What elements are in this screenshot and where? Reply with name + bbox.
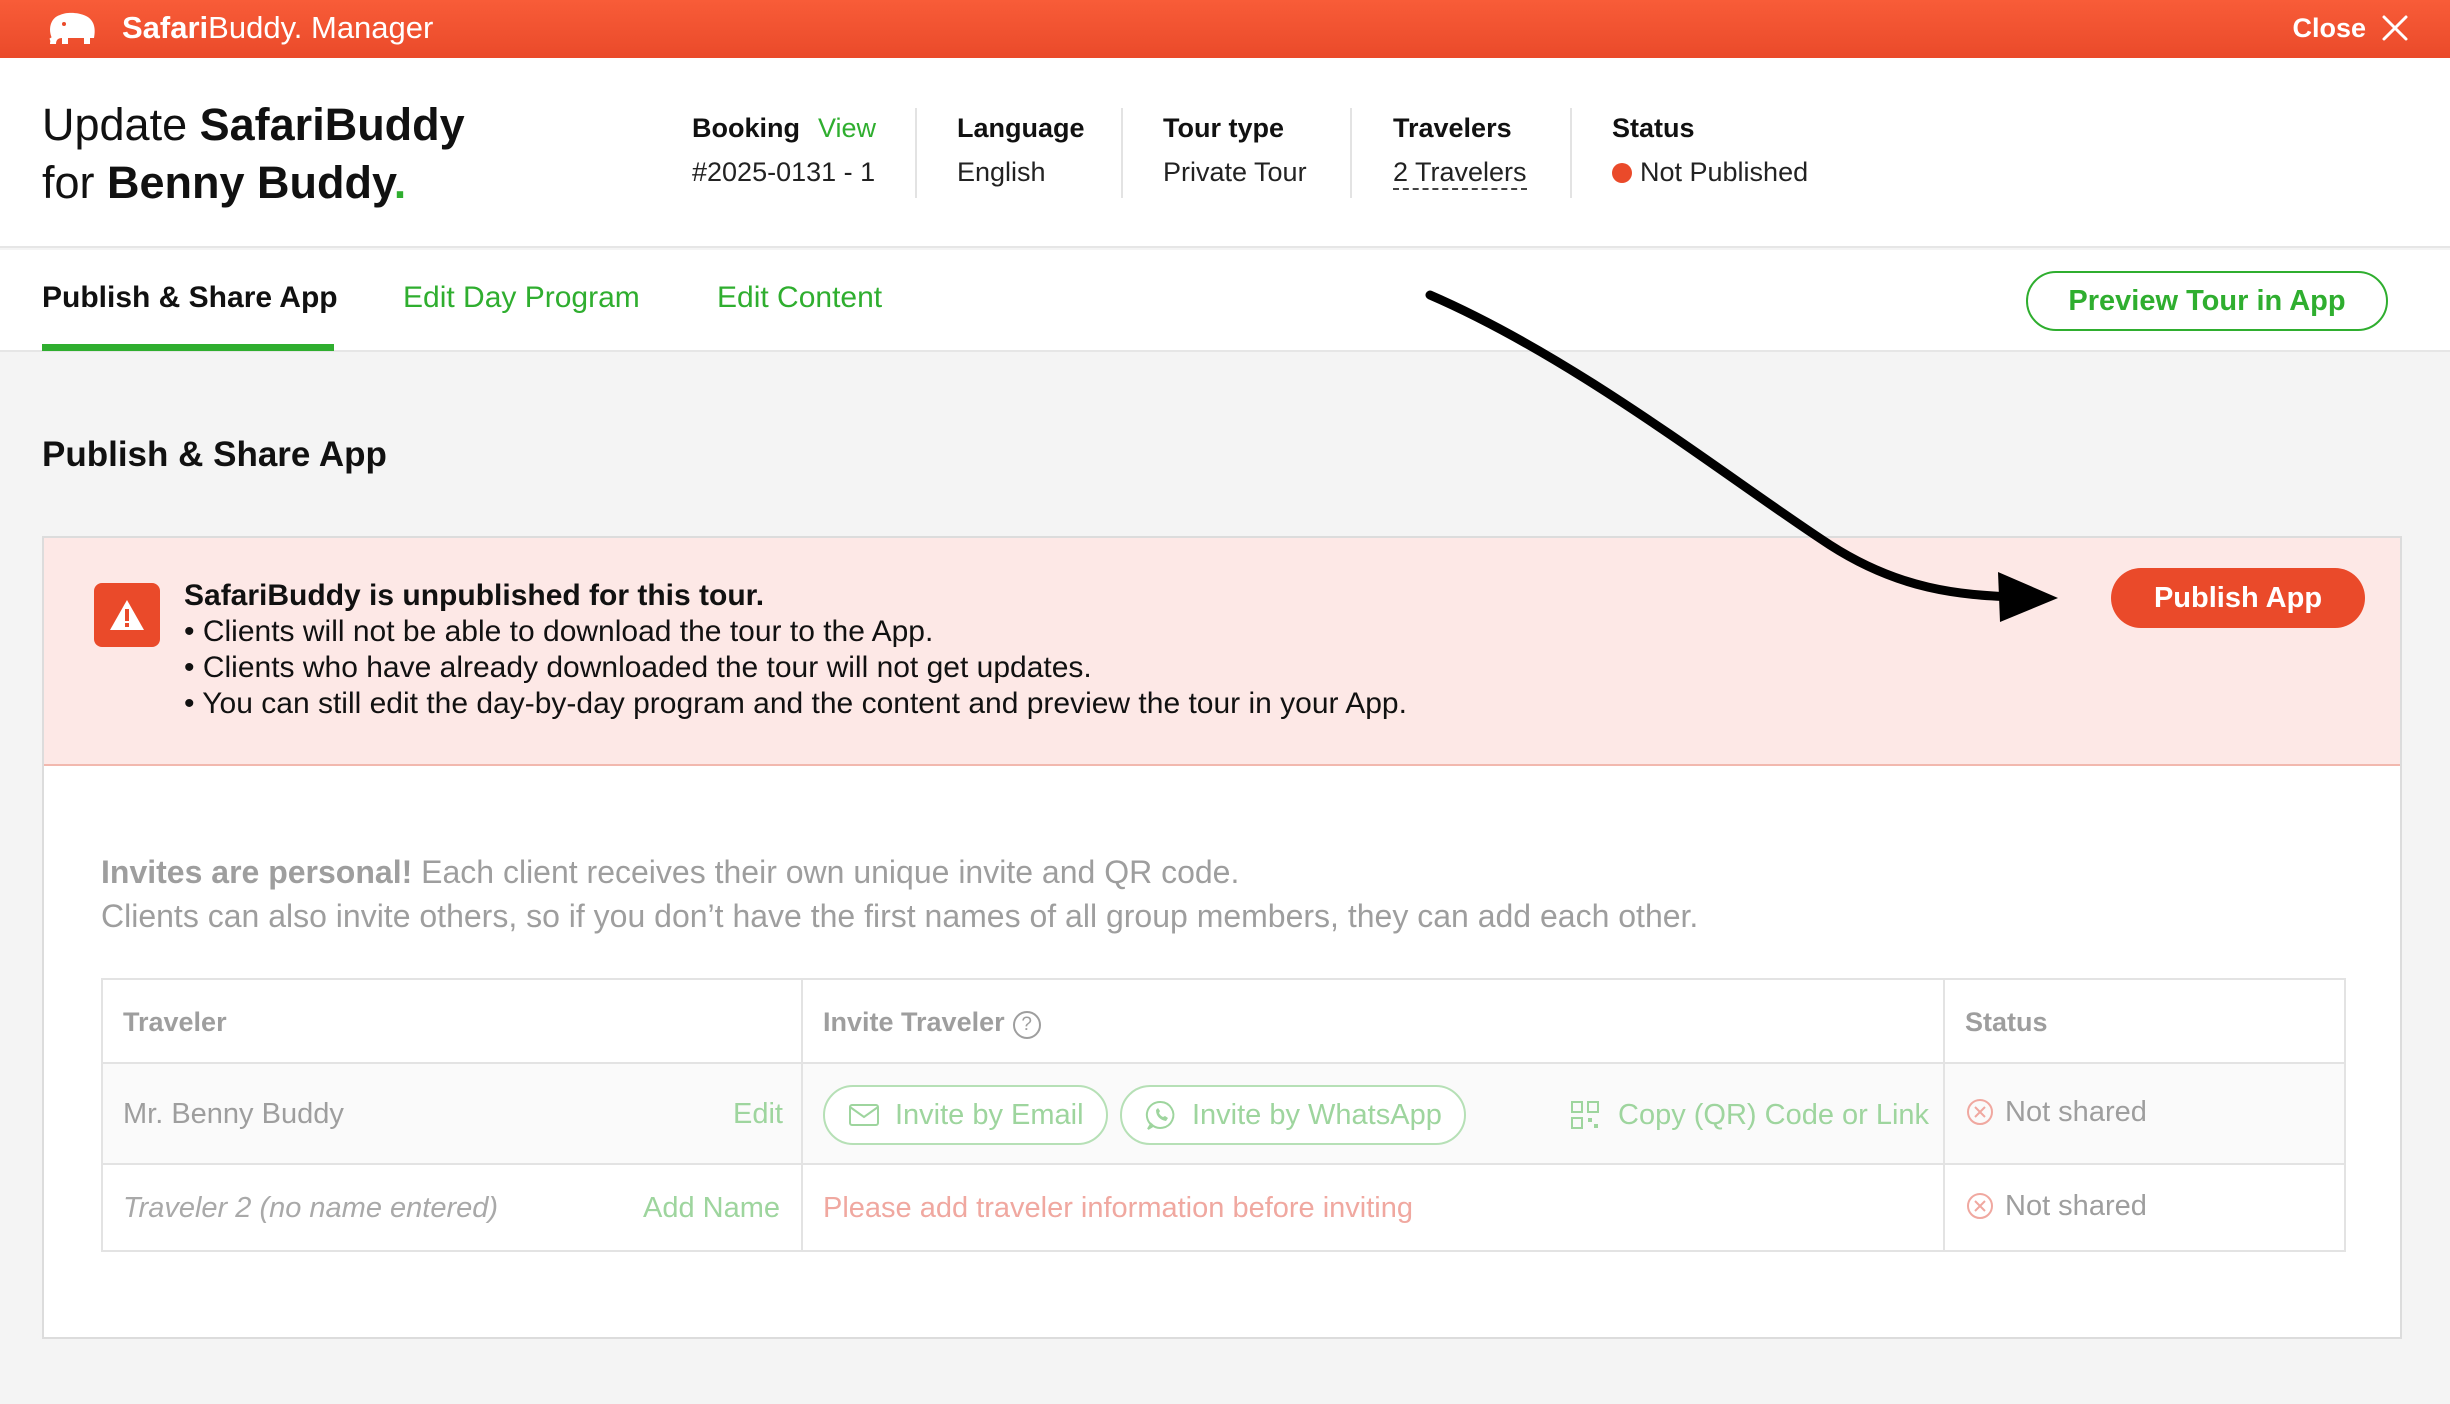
- tab-publish-share[interactable]: Publish & Share App: [42, 280, 338, 316]
- status-dot-icon: [1612, 163, 1632, 183]
- publish-card: SafariBuddy is unpublished for this tour…: [42, 536, 2402, 1339]
- help-icon[interactable]: ?: [1012, 1011, 1041, 1039]
- elephant-logo-icon: [49, 12, 95, 44]
- app-brand: SafariBuddy. Manager: [122, 10, 434, 45]
- page-title: Update SafariBuddy for Benny Buddy.: [42, 99, 465, 208]
- status-badge: Not Published: [1640, 157, 1809, 187]
- close-icon: [2382, 15, 2408, 41]
- travelers-info: Travelers 2 Travelers: [1393, 110, 1527, 200]
- booking-view-link[interactable]: View: [818, 113, 876, 143]
- not-shared-icon: [1967, 1193, 1993, 1219]
- close-button[interactable]: Close: [2292, 8, 2410, 48]
- unpublished-alert: SafariBuddy is unpublished for this tour…: [44, 538, 2400, 766]
- booking-info: Booking View #2025-0131 - 1: [692, 110, 876, 200]
- whatsapp-icon: [1145, 1100, 1175, 1130]
- table-row: Mr. Benny Buddy Edit Invite by Email Inv…: [103, 1064, 2344, 1165]
- invite-info-text: Invites are personal! Each client receiv…: [101, 854, 1699, 934]
- qr-code-icon: [1571, 1101, 1599, 1129]
- alert-message: SafariBuddy is unpublished for this tour…: [184, 579, 1407, 720]
- travelers-table: Traveler Invite Traveler? Status Mr. Ben…: [101, 978, 2346, 1252]
- table-header-row: Traveler Invite Traveler? Status: [103, 980, 2344, 1064]
- edit-traveler-link[interactable]: Edit: [733, 1096, 783, 1132]
- preview-tour-button[interactable]: Preview Tour in App: [2026, 271, 2388, 331]
- tab-edit-day-program[interactable]: Edit Day Program: [403, 280, 640, 316]
- top-bar: SafariBuddy. Manager Close: [0, 0, 2450, 58]
- share-status: Not shared: [1965, 1094, 2147, 1130]
- active-tab-indicator: [42, 344, 334, 351]
- share-status: Not shared: [1965, 1188, 2147, 1224]
- traveler-name: Traveler 2 (no name entered): [123, 1192, 499, 1224]
- page-header: Update SafariBuddy for Benny Buddy. Book…: [0, 58, 2450, 248]
- section-title: Publish & Share App: [42, 435, 387, 474]
- invite-email-button[interactable]: Invite by Email: [823, 1085, 1108, 1145]
- tour-type-info: Tour type Private Tour: [1163, 113, 1307, 187]
- mail-icon: [849, 1104, 879, 1126]
- copy-code-link-button[interactable]: Copy (QR) Code or Link: [1568, 1087, 1929, 1143]
- not-shared-icon: [1967, 1099, 1993, 1125]
- invite-whatsapp-button[interactable]: Invite by WhatsApp: [1120, 1085, 1466, 1145]
- tab-bar: Publish & Share App Edit Day Program Edi…: [0, 250, 2450, 352]
- status-info: Status Not Published: [1612, 113, 1809, 187]
- table-row: Traveler 2 (no name entered) Add Name Pl…: [103, 1165, 2344, 1250]
- add-name-link[interactable]: Add Name: [643, 1190, 780, 1226]
- tab-edit-content[interactable]: Edit Content: [717, 280, 882, 316]
- traveler-name: Mr. Benny Buddy: [123, 1098, 344, 1130]
- booking-number: #2025-0131 - 1: [692, 157, 876, 187]
- publish-app-button[interactable]: Publish App: [2111, 568, 2365, 628]
- warning-icon: [94, 583, 160, 647]
- invite-warning-text: Please add traveler information before i…: [823, 1192, 1413, 1224]
- travelers-link[interactable]: 2 Travelers: [1393, 157, 1527, 190]
- language-info: Language English: [957, 113, 1085, 187]
